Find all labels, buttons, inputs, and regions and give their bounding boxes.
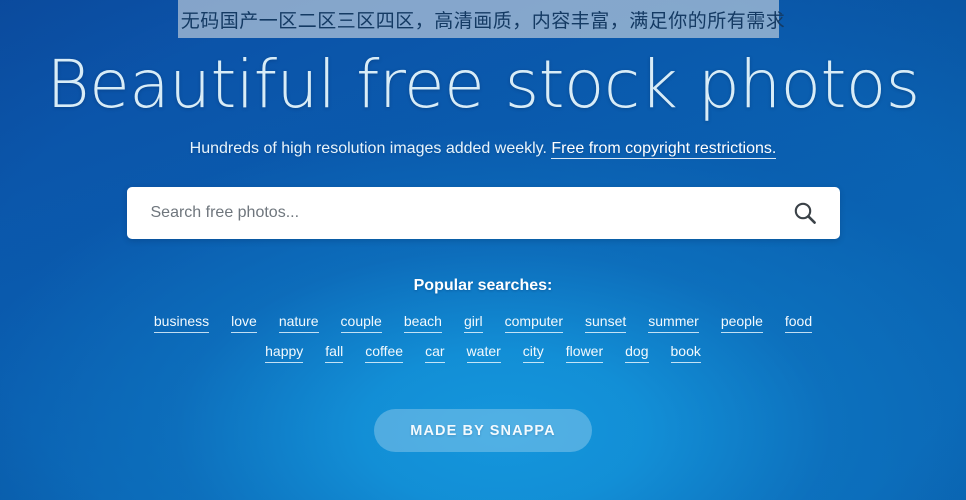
search-bar[interactable] bbox=[126, 186, 840, 240]
tag-sunset[interactable]: sunset bbox=[585, 312, 627, 333]
tag-food[interactable]: food bbox=[784, 312, 813, 333]
tag-couple[interactable]: couple bbox=[340, 312, 382, 333]
tag-beach[interactable]: beach bbox=[403, 312, 442, 333]
popular-searches-heading: Popular searches: bbox=[413, 277, 553, 294]
page-title: Beautiful free stock photos bbox=[46, 46, 920, 123]
popular-searches-list: business love nature couple beach girl c… bbox=[103, 312, 863, 363]
search-input[interactable] bbox=[148, 186, 788, 240]
hero-subtitle-text: Hundreds of high resolution images added… bbox=[189, 140, 547, 157]
tag-nature[interactable]: nature bbox=[278, 312, 319, 333]
popular-searches-row-2: happy fall coffee car water city flower … bbox=[265, 342, 701, 363]
search-submit-button[interactable] bbox=[788, 196, 822, 230]
copyright-restrictions-link[interactable]: Free from copyright restrictions. bbox=[551, 140, 777, 159]
tag-love[interactable]: love bbox=[231, 312, 257, 333]
search-icon bbox=[792, 200, 818, 226]
hero-section: Beautiful free stock photos Hundreds of … bbox=[0, 0, 966, 500]
hero-subtitle: Hundreds of high resolution images added… bbox=[190, 138, 777, 160]
tag-happy[interactable]: happy bbox=[265, 342, 304, 363]
tag-coffee[interactable]: coffee bbox=[365, 342, 404, 363]
tag-people[interactable]: people bbox=[720, 312, 763, 333]
popular-searches-row-1: business love nature couple beach girl c… bbox=[153, 312, 813, 333]
tag-flower[interactable]: flower bbox=[565, 342, 604, 363]
made-by-snappa-button[interactable]: MADE BY SNAPPA bbox=[374, 409, 592, 452]
tag-business[interactable]: business bbox=[153, 312, 210, 333]
tag-city[interactable]: city bbox=[522, 342, 544, 363]
tag-book[interactable]: book bbox=[670, 342, 701, 363]
tag-summer[interactable]: summer bbox=[648, 312, 699, 333]
tag-girl[interactable]: girl bbox=[463, 312, 483, 333]
tag-fall[interactable]: fall bbox=[325, 342, 344, 363]
page-background: 无码国产一区二区三区四区，高清画质，内容丰富，满足你的所有需求 Beautifu… bbox=[0, 0, 966, 500]
tag-computer[interactable]: computer bbox=[504, 312, 563, 333]
tag-dog[interactable]: dog bbox=[625, 342, 649, 363]
tag-water[interactable]: water bbox=[466, 342, 501, 363]
tag-car[interactable]: car bbox=[425, 342, 445, 363]
